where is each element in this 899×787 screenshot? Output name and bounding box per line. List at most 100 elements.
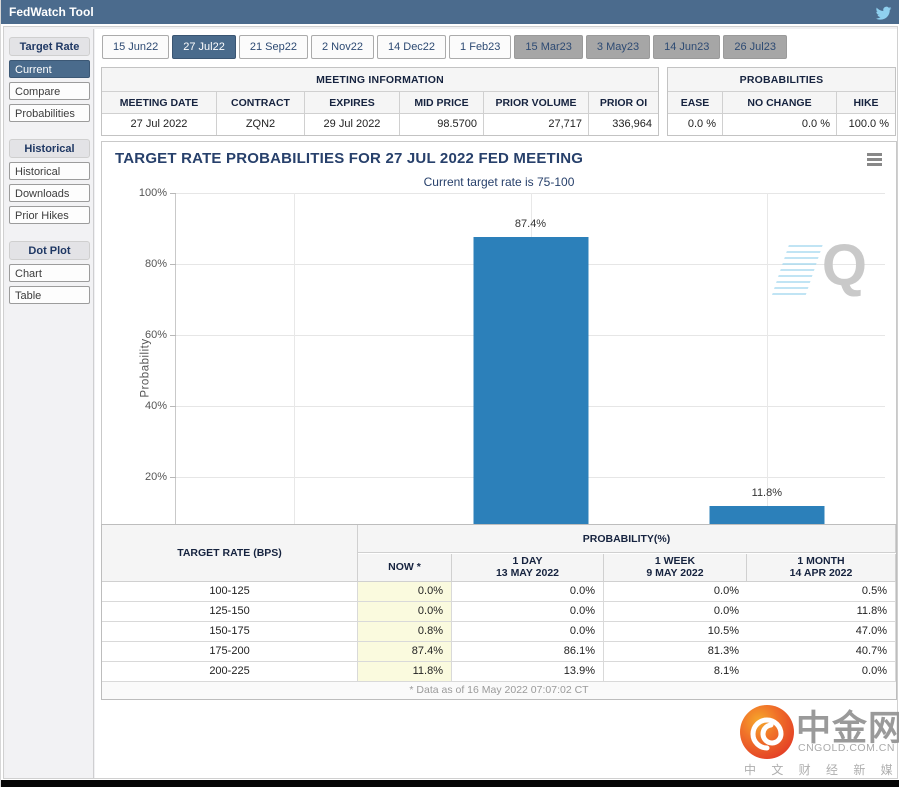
meeting-date-value: 27 Jul 2022	[102, 114, 217, 135]
twitter-icon[interactable]	[875, 4, 892, 21]
tab-21-sep22[interactable]: 21 Sep22	[239, 35, 308, 59]
row-week: 8.1%	[604, 662, 747, 682]
chart-plot-area: 100% 80% 60% 40% 20% 0% 0.8% 87.4%	[175, 193, 885, 549]
meeting-information-table: MEETING INFORMATION MEETING DATE CONTRAC…	[101, 67, 659, 136]
col-prior-oi: PRIOR OI	[589, 92, 658, 114]
sidebar-item-current[interactable]: Current	[9, 60, 90, 78]
col-target-rate-bps: TARGET RATE (BPS)	[102, 525, 358, 582]
prior-oi-value: 336,964	[589, 114, 658, 135]
expires-value: 29 Jul 2022	[305, 114, 400, 135]
sidebar-header-historical: Historical	[9, 139, 90, 158]
bar-value-175-200: 87.4%	[515, 218, 546, 230]
row-week: 10.5%	[604, 622, 747, 642]
mid-price-value: 98.5700	[400, 114, 484, 135]
y-tick-80: 80%	[125, 258, 167, 270]
main-content: 15 Jun2227 Jul2221 Sep222 Nov2214 Dec221…	[95, 29, 897, 778]
meeting-information-title: MEETING INFORMATION	[102, 68, 658, 92]
row-now: 11.8%	[358, 662, 452, 682]
row-rate: 100-125	[102, 582, 358, 602]
col-no-change: NO CHANGE	[723, 92, 837, 114]
row-week: 0.0%	[604, 602, 747, 622]
q-hatch-decoration	[772, 241, 824, 295]
row-rate: 150-175	[102, 622, 358, 642]
row-month: 40.7%	[747, 642, 896, 662]
quikstrike-q-watermark: Q	[772, 235, 867, 301]
chart-subtitle: Current target rate is 75-100	[102, 175, 896, 189]
row-week: 81.3%	[604, 642, 747, 662]
sidebar-item-downloads[interactable]: Downloads	[9, 184, 90, 202]
probabilities-table: PROBABILITIES EASE NO CHANGE HIKE 0.0 % …	[667, 67, 896, 136]
row-week: 0.0%	[604, 582, 747, 602]
fedwatch-tool-app: FedWatch Tool Target Rate Current Compar…	[0, 0, 899, 787]
col-1-day: 1 DAY13 MAY 2022	[452, 554, 604, 582]
y-tick-100: 100%	[125, 187, 167, 199]
y-axis-title: Probability	[140, 338, 152, 397]
sidebar-item-probabilities[interactable]: Probabilities	[9, 104, 90, 122]
col-contract: CONTRACT	[217, 92, 305, 114]
row-day: 0.0%	[452, 582, 604, 602]
bar-175-200[interactable]	[473, 237, 588, 548]
row-now: 0.0%	[358, 582, 452, 602]
col-group-probability: PROBABILITY(%)	[358, 525, 896, 553]
row-month: 47.0%	[747, 622, 896, 642]
tab-14-jun23[interactable]: 14 Jun23	[653, 35, 720, 59]
probabilities-title: PROBABILITIES	[668, 68, 895, 92]
row-rate: 175-200	[102, 642, 358, 662]
sidebar-item-historical[interactable]: Historical	[9, 162, 90, 180]
col-1-week: 1 WEEK9 MAY 2022	[604, 554, 747, 582]
row-day: 0.0%	[452, 602, 604, 622]
page-body: Target Rate Current Compare Probabilitie…	[3, 26, 898, 779]
row-now: 0.0%	[358, 602, 452, 622]
sidebar-item-table[interactable]: Table	[9, 286, 90, 304]
sidebar-header-dot-plot: Dot Plot	[9, 241, 90, 260]
no-change-value: 0.0 %	[723, 114, 837, 135]
q-letter: Q	[822, 235, 867, 297]
tab-15-jun22[interactable]: 15 Jun22	[102, 35, 169, 59]
tab-1-feb23[interactable]: 1 Feb23	[449, 35, 511, 59]
sidebar-header-target-rate: Target Rate	[9, 37, 90, 56]
tab-26-jul23[interactable]: 26 Jul23	[723, 35, 787, 59]
y-tick-40: 40%	[125, 400, 167, 412]
col-mid-price: MID PRICE	[400, 92, 484, 114]
bottom-black-strip	[1, 780, 899, 787]
col-expires: EXPIRES	[305, 92, 400, 114]
hike-value: 100.0 %	[837, 114, 895, 135]
col-1-month: 1 MONTH14 APR 2022	[747, 554, 896, 582]
tab-2-nov22[interactable]: 2 Nov22	[311, 35, 374, 59]
row-rate: 125-150	[102, 602, 358, 622]
app-header-bar: FedWatch Tool	[1, 0, 899, 24]
row-day: 86.1%	[452, 642, 604, 662]
tab-27-jul22[interactable]: 27 Jul22	[172, 35, 236, 59]
row-month: 0.0%	[747, 662, 896, 682]
app-title: FedWatch Tool	[9, 0, 94, 24]
col-now: NOW *	[358, 554, 452, 582]
hamburger-menu-icon[interactable]	[867, 153, 882, 168]
col-hike: HIKE	[837, 92, 895, 114]
tab-3-may23[interactable]: 3 May23	[586, 35, 650, 59]
tab-15-mar23[interactable]: 15 Mar23	[514, 35, 582, 59]
prior-volume-value: 27,717	[484, 114, 589, 135]
meeting-tabs: 15 Jun2227 Jul2221 Sep222 Nov2214 Dec221…	[102, 35, 790, 59]
row-rate: 200-225	[102, 662, 358, 682]
col-ease: EASE	[668, 92, 723, 114]
row-day: 0.0%	[452, 622, 604, 642]
contract-value: ZQN2	[217, 114, 305, 135]
sidebar-item-compare[interactable]: Compare	[9, 82, 90, 100]
row-month: 11.8%	[747, 602, 896, 622]
sidebar-item-prior-hikes[interactable]: Prior Hikes	[9, 206, 90, 224]
y-tick-20: 20%	[125, 471, 167, 483]
col-meeting-date: MEETING DATE	[102, 92, 217, 114]
sidebar-item-chart[interactable]: Chart	[9, 264, 90, 282]
chart-title: TARGET RATE PROBABILITIES FOR 27 JUL 202…	[115, 150, 583, 167]
tab-14-dec22[interactable]: 14 Dec22	[377, 35, 446, 59]
col-prior-volume: PRIOR VOLUME	[484, 92, 589, 114]
ease-value: 0.0 %	[668, 114, 723, 135]
row-now: 87.4%	[358, 642, 452, 662]
row-day: 13.9%	[452, 662, 604, 682]
probability-history-table: TARGET RATE (BPS) PROBABILITY(%) NOW * 1…	[101, 524, 897, 700]
bar-value-200-225: 11.8%	[752, 487, 782, 499]
y-tick-60: 60%	[125, 329, 167, 341]
row-month: 0.5%	[747, 582, 896, 602]
data-as-of-footnote: * Data as of 16 May 2022 07:07:02 CT	[102, 682, 896, 699]
row-now: 0.8%	[358, 622, 452, 642]
